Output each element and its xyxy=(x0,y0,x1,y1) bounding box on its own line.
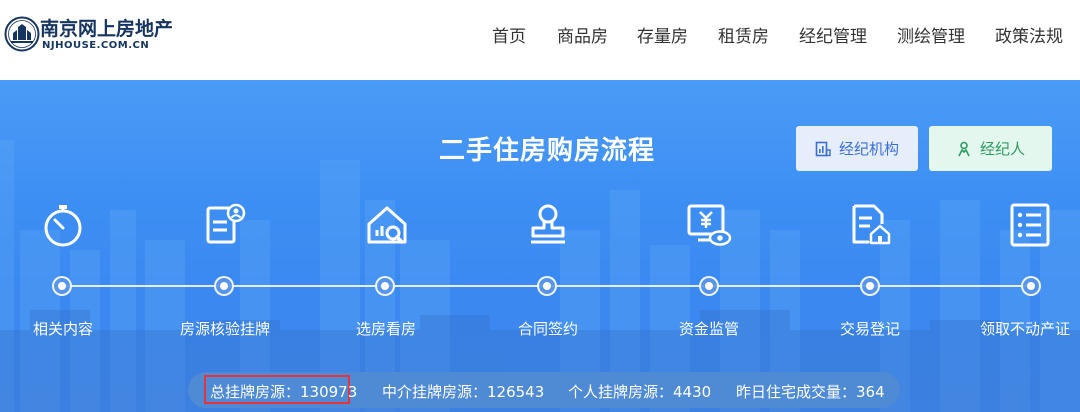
person-icon xyxy=(958,141,970,156)
step-icon-4[interactable] xyxy=(523,200,573,250)
step-label-related-content[interactable]: 相关内容 xyxy=(3,318,123,339)
step-icon-7[interactable] xyxy=(1006,200,1056,250)
agency-button[interactable]: 经纪机构 xyxy=(796,126,918,171)
step-label-transaction-registration[interactable]: 交易登记 xyxy=(810,318,930,339)
timeline-dot-7[interactable] xyxy=(1021,276,1041,296)
stat-yesterday-deals: 昨日住宅成交量：364 xyxy=(736,383,885,401)
timeline-dot-6[interactable] xyxy=(860,276,880,296)
step-label-fund-supervision[interactable]: 资金监管 xyxy=(649,318,769,339)
building-chart-icon xyxy=(815,141,831,156)
step-icon-6[interactable] xyxy=(846,200,896,250)
nav-item-surveying[interactable]: 测绘管理 xyxy=(897,22,965,47)
nav-item-policy[interactable]: 政策法规 xyxy=(995,22,1063,47)
yuan-monitor-eye-icon xyxy=(687,204,732,246)
house-search-icon xyxy=(367,206,407,244)
agent-button[interactable]: 经纪人 xyxy=(929,126,1052,171)
stat-agency-listings: 中介挂牌房源：126543 xyxy=(382,383,545,401)
checklist-icon xyxy=(1010,203,1050,247)
logo-name: 南京网上房地产 xyxy=(40,18,174,40)
timeline-dot-2[interactable] xyxy=(214,276,234,296)
nav-item-new-homes[interactable]: 商品房 xyxy=(557,22,608,47)
agency-button-label: 经纪机构 xyxy=(838,140,899,158)
document-house-icon xyxy=(852,204,891,245)
timeline-dot-1[interactable] xyxy=(52,276,72,296)
step-label-house-viewing[interactable]: 选房看房 xyxy=(326,318,446,339)
timeline-dot-3[interactable] xyxy=(375,276,395,296)
nav-item-brokerage[interactable]: 经纪管理 xyxy=(799,22,867,47)
step-icon-5[interactable] xyxy=(684,200,734,250)
nav-item-rental-homes[interactable]: 租赁房 xyxy=(718,22,769,47)
stamp-icon xyxy=(531,204,565,244)
stat-total-listings: 总挂牌房源：130973 xyxy=(210,383,358,401)
step-icon-3[interactable] xyxy=(362,200,412,250)
listing-stats-bar: 总挂牌房源：130973 中介挂牌房源：126543 个人挂牌房源：4430 昨… xyxy=(188,372,900,408)
document-person-icon xyxy=(206,203,246,244)
logo-domain: NJHOUSE.COM.CN xyxy=(42,40,150,51)
stopwatch-icon xyxy=(44,205,82,247)
step-icon-2[interactable] xyxy=(200,200,250,250)
step-label-contract-signing[interactable]: 合同签约 xyxy=(488,318,608,339)
step-icon-1[interactable] xyxy=(38,200,88,250)
site-header: 南京网上房地产 NJHOUSE.COM.CN 首页 商品房 存量房 租赁房 经纪… xyxy=(0,0,1080,80)
stat-personal-listings: 个人挂牌房源：4430 xyxy=(568,383,712,401)
logo-emblem-icon xyxy=(4,16,40,52)
nav-item-resale-homes[interactable]: 存量房 xyxy=(637,22,688,47)
step-label-listing-verification[interactable]: 房源核验挂牌 xyxy=(165,318,285,339)
timeline-dot-5[interactable] xyxy=(699,276,719,296)
timeline-dot-4[interactable] xyxy=(537,276,557,296)
process-banner: 二手住房购房流程 经纪机构 经纪人 相关内容 房源核验挂牌 选房看房 合同签约 … xyxy=(0,80,1080,412)
nav-item-home[interactable]: 首页 xyxy=(492,22,526,47)
site-logo[interactable]: 南京网上房地产 NJHOUSE.COM.CN xyxy=(4,14,204,56)
step-label-property-certificate[interactable]: 领取不动产证 xyxy=(970,318,1080,339)
agent-button-label: 经纪人 xyxy=(979,140,1025,158)
banner-title: 二手住房购房流程 xyxy=(438,136,655,166)
